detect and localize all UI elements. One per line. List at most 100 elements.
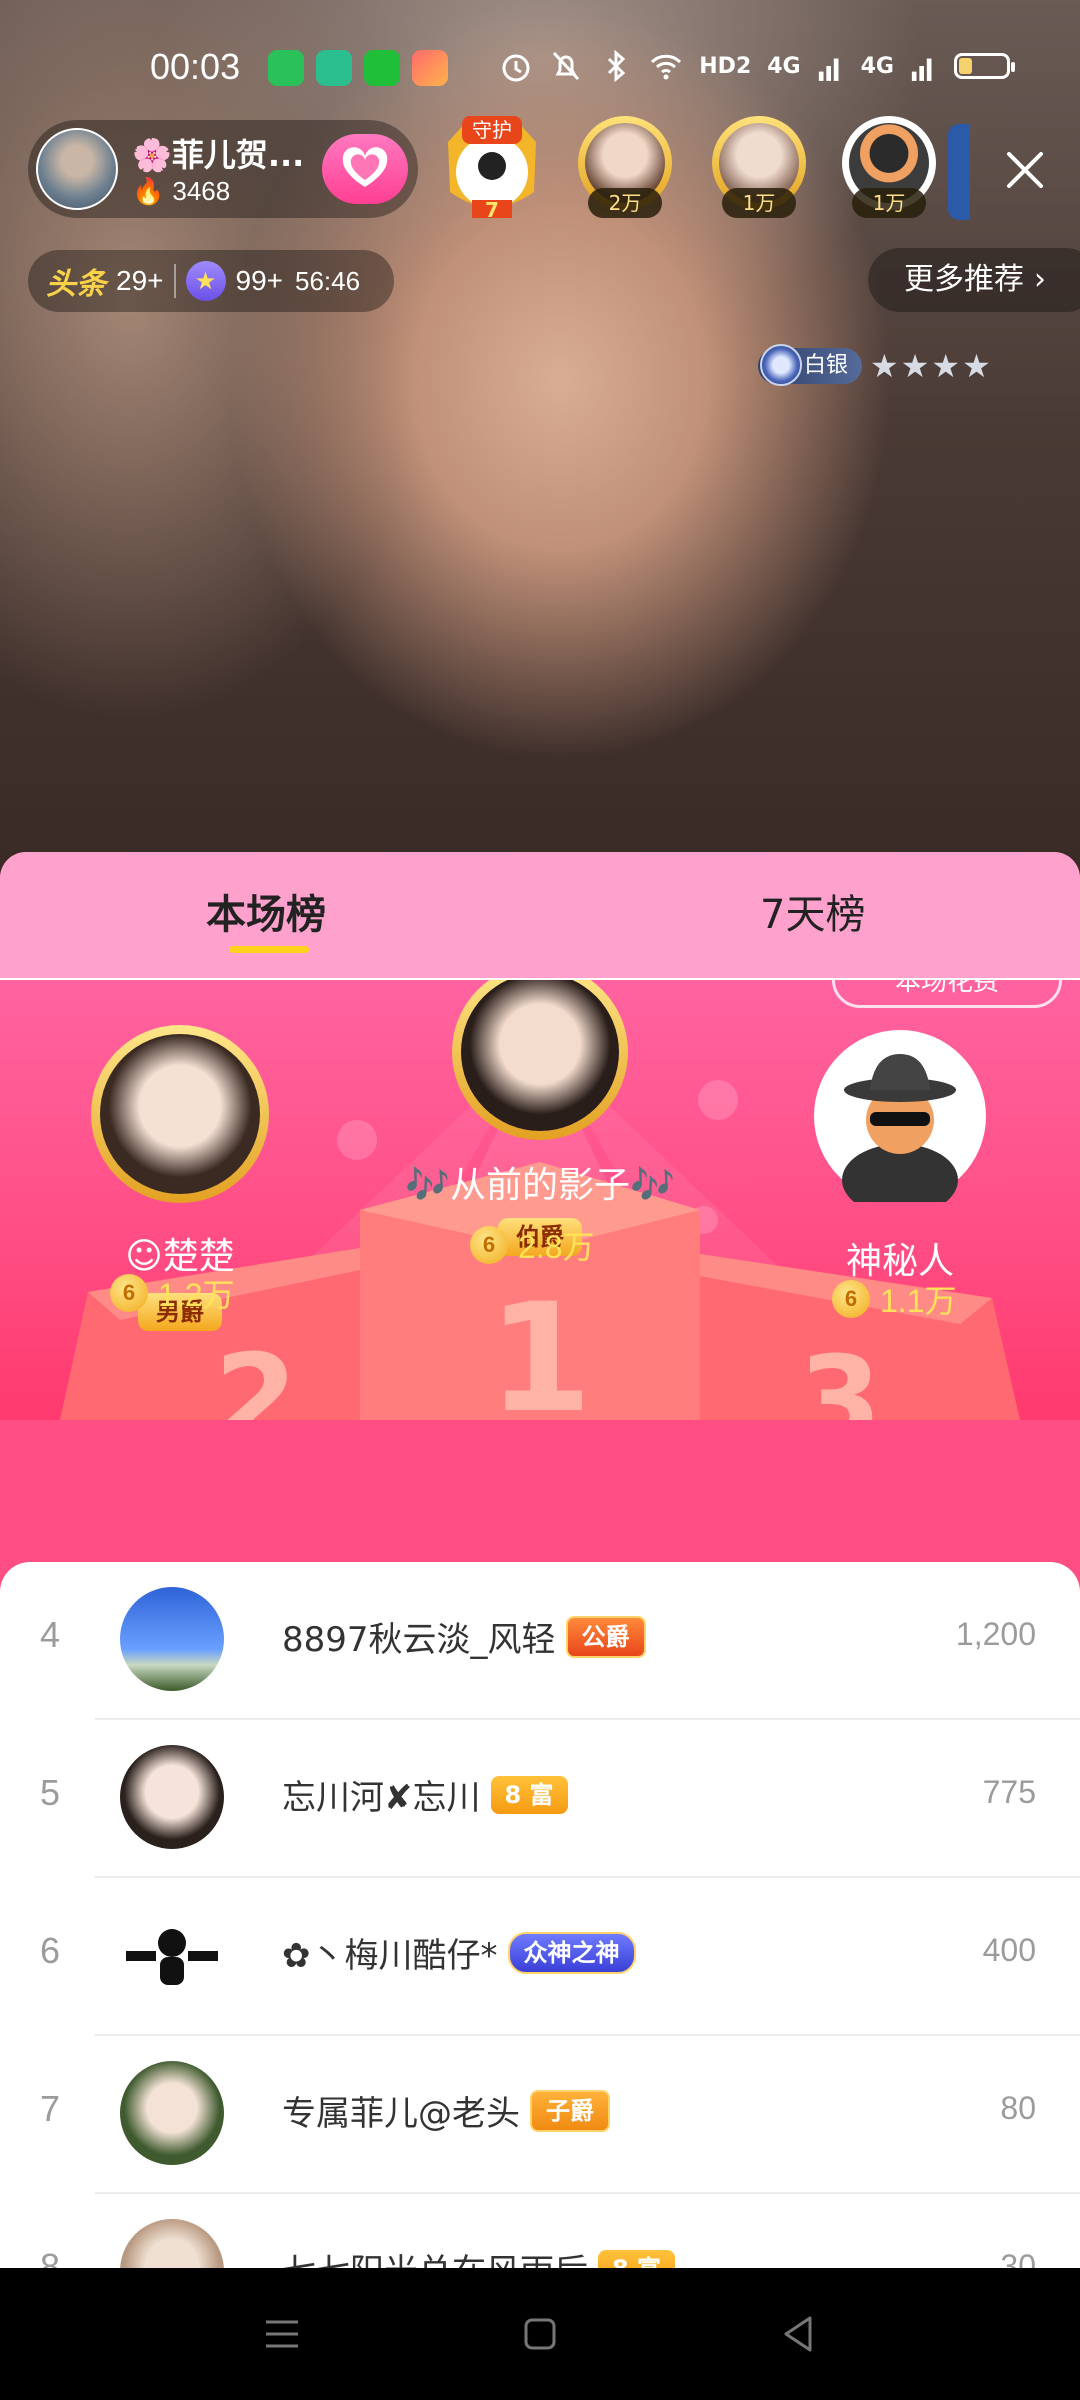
top-coins-rank-1: 6 2.8万 [470,1222,595,1268]
list-avatar[interactable] [120,2219,224,2268]
rank-badge: 众神之神 [507,1931,636,1974]
rank-number: 5 [40,1772,61,1813]
star-icon: ★ [185,261,226,301]
home-icon[interactable] [516,2310,564,2358]
list-item-rank-7[interactable]: 7 专属菲儿@老头 子爵 80 [0,2036,1080,2194]
notification-icons [268,50,448,86]
system-nav-bar [0,2268,1080,2400]
rank-badge: 公爵 [565,1615,646,1658]
list-score: 775 [982,1774,1036,1810]
host-popularity: 🔥 3468 [132,176,230,207]
rank-number: 4 [40,1614,61,1655]
rank-number: 6 [40,1930,61,1971]
reader-app-icon [316,50,352,86]
top-coins-rank-2: 6 1.2万 [110,1270,235,1316]
host-name: 🌸菲儿贺... [132,136,305,174]
more-recommend-button[interactable]: 更多推荐 › [868,248,1080,312]
top-avatar-rank-1[interactable] [452,980,628,1140]
list-avatar[interactable] [120,2061,224,2165]
top-avatar-rank-3[interactable] [814,1030,986,1216]
guard-badge[interactable]: 守护 7 [438,112,546,222]
list-avatar[interactable] [120,1587,224,1691]
follow-button[interactable] [322,134,408,204]
battery-level [959,58,972,74]
list-score: 1,200 [955,1616,1036,1652]
ranking-list[interactable]: 4 8897秋云淡_风轻 公爵 1,200 5 忘川河✘忘川 8 富 775 6 ✿… [0,1562,1080,2268]
list-item-rank-6[interactable]: 6 ✿丶梅川酷仔* 众神之神 400 [0,1878,1080,2036]
wifi-icon [651,54,682,80]
list-avatar[interactable] [120,1903,224,2007]
list-item-rank-4[interactable]: 4 8897秋云淡_风轻 公爵 1,200 [0,1562,1080,1720]
list-name: 专属菲儿@老头 子爵 [282,2086,610,2135]
coin-icon: 6 [832,1280,870,1318]
network-label-1: 4G [767,53,801,79]
podium-number-3: 3 [798,1332,882,1420]
tab-7-days[interactable]: 7天榜 [760,882,865,940]
list-score: 80 [1000,2090,1036,2126]
system-status: HD2 4G 4G [499,48,1015,84]
more-recommend-label: 更多推荐 [904,262,1024,297]
video-app-icon [268,50,304,86]
viewer-amount: 2万 [588,188,662,218]
status-bar: 00:03 HD2 4G 4G [0,40,1080,96]
top-coins-rank-3: 6 1.1万 [832,1276,957,1322]
guard-badge-label: 守护 [472,118,512,142]
top-avatar-rank-2[interactable] [91,1025,269,1203]
host-avatar[interactable] [36,128,118,210]
rank-badge: 子爵 [530,2089,610,2132]
top-viewer-1[interactable]: 2万 [578,116,672,222]
top-viewer-2[interactable]: 1万 [712,116,806,222]
coin-icon: 6 [110,1274,148,1312]
host-info-pill[interactable]: 🌸菲儿贺... 🔥 3468 [28,120,418,218]
menu-icon[interactable] [258,2310,306,2358]
alarm-icon [502,54,530,82]
list-name: 忘川河✘忘川 8 富 [282,1770,568,1819]
top-user-rank-3[interactable]: 神秘人 [780,1030,1020,1284]
ranking-sheet: 本场榜 7天榜 本场花费 1 2 3 ☺楚楚 男爵 🎶从前的影子🎶 伯爵 神秘人… [0,852,1080,2268]
rank-badge: 8 富 [598,2249,676,2268]
kuzai-logo-icon [126,1929,218,1985]
more-viewers-peek[interactable] [948,124,970,220]
list-avatar[interactable] [120,1745,224,1849]
top-viewer-3[interactable]: 1万 [842,116,936,222]
list-item-rank-5[interactable]: 5 忘川河✘忘川 8 富 775 [0,1720,1080,1878]
ranking-tabs: 本场榜 7天榜 [0,852,1080,980]
level-badge-label: 白银 [804,353,849,378]
coin-icon: 6 [470,1226,508,1264]
star-count: 99+ [235,265,284,296]
chevron-right-icon: › [1034,262,1046,297]
tab-current-show[interactable]: 本场榜 [206,882,326,940]
player-app-icon [412,50,448,86]
iqiyi-app-icon [364,50,400,86]
rank-number: 8 [40,2246,61,2268]
podium-number-1: 1 [488,1272,592,1420]
list-name: ✿丶梅川酷仔* 众神之神 [282,1928,636,1977]
level-stars: ★★★★ [870,347,993,385]
bluetooth-icon [608,49,626,83]
top-user-rank-1[interactable]: 🎶从前的影子🎶 伯爵 [380,980,700,1256]
list-name: 8897秋云淡_风轻 公爵 [282,1612,646,1661]
signal-icon-2 [911,58,932,81]
mute-icon [553,51,580,81]
clock: 00:03 [150,46,241,87]
guard-badge-level: 7 [485,198,499,222]
top-name-rank-1: 🎶从前的影子🎶 [405,1165,675,1206]
heart-icon [342,147,388,187]
back-icon[interactable] [774,2310,822,2358]
battery-icon [954,53,1015,79]
level-badge: 白银 ★★★★ [758,344,993,386]
live-stats-pill[interactable]: 头条 29+ ★ 99+ 56:46 [28,250,394,312]
list-score: 400 [982,1932,1036,1968]
rank-number: 7 [40,2088,61,2129]
host-fans-count: 3468 [172,176,231,206]
tab-indicator [229,946,309,953]
silver-gem-icon [760,344,802,386]
network-label-2: 4G [860,53,894,79]
rank-badge: 8 富 [490,1775,568,1814]
signal-icon [818,58,839,81]
toutiao-count: 29+ [116,265,164,296]
list-item-rank-8[interactable]: 8 七七阳光总在风雨后8 富 30 [0,2194,1080,2268]
podium-number-2: 2 [214,1330,298,1420]
close-icon[interactable] [995,140,1055,200]
mystery-person-icon [842,1054,958,1216]
